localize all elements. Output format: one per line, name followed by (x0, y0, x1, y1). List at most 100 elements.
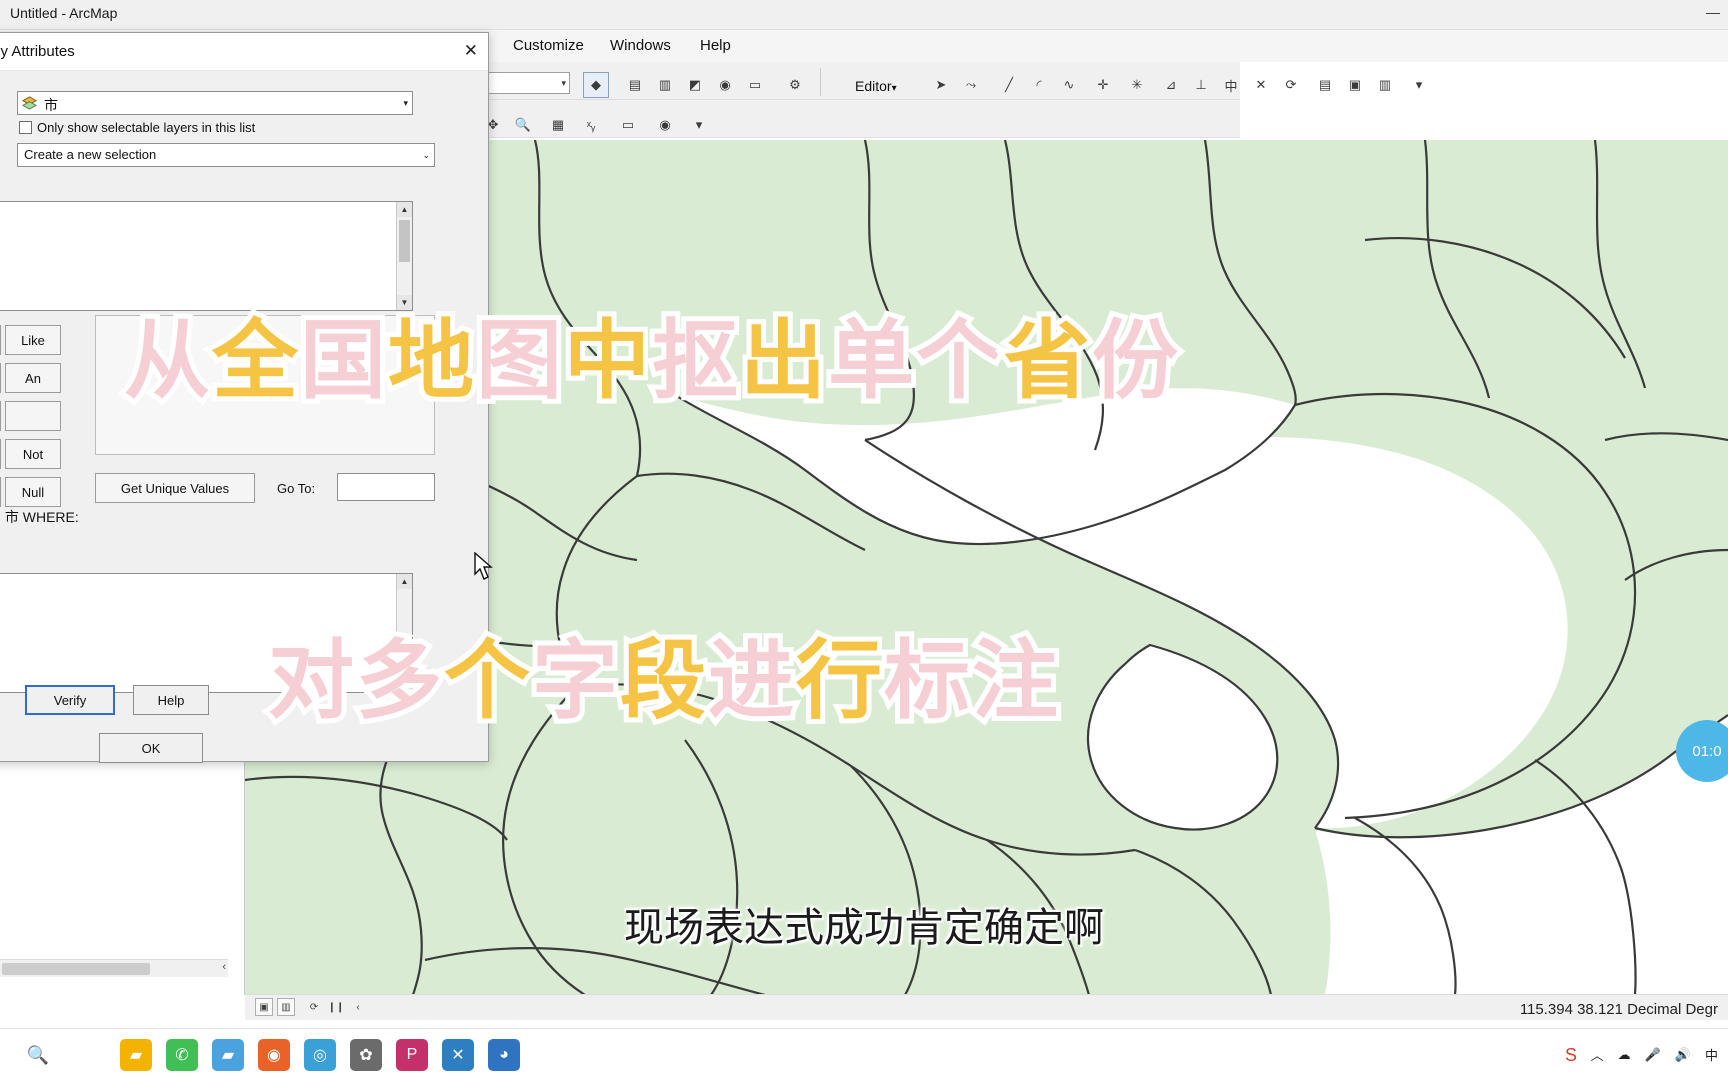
layout-view-icon[interactable]: ▥ (277, 998, 295, 1016)
rotate-icon[interactable]: ✕ (1248, 72, 1274, 98)
pycharm-icon[interactable]: P (396, 1039, 428, 1071)
annotation-icon[interactable]: ▣ (1342, 72, 1368, 98)
close-icon[interactable]: ✕ (464, 41, 478, 61)
menu-item-customize[interactable]: Customize (513, 37, 584, 54)
scroll-up-icon[interactable]: ▲ (397, 574, 412, 589)
method-select[interactable]: Create a new selection ⌄ (17, 143, 435, 167)
sketch-properties-icon[interactable]: ✳ (1124, 72, 1150, 98)
python-window-icon[interactable]: ▭ (742, 72, 768, 98)
operator-notequal-button[interactable]: < > (0, 325, 1, 355)
edit-tool-icon[interactable]: ➤ (928, 72, 954, 98)
operator-greaterequal-button[interactable]: > = (0, 363, 1, 393)
caption2-char-2: 个 (439, 628, 535, 734)
field-list-scroll-thumb[interactable] (399, 220, 410, 262)
caption1-char-6: 抠 (647, 308, 743, 414)
operator-not-button[interactable]: Not (5, 439, 61, 469)
search-icon[interactable]: ◩ (682, 72, 708, 98)
operator-like-button[interactable]: Like (5, 325, 61, 355)
dialog-title: lect By Attributes (0, 43, 75, 60)
find-icon[interactable]: 🔍 (510, 112, 536, 138)
operator-lessequal-button[interactable]: < = (0, 401, 1, 431)
search-icon[interactable]: 🔍 (22, 1039, 54, 1071)
settings-icon[interactable]: ✿ (350, 1039, 382, 1071)
text-annotation-icon[interactable]: ▥ (1372, 72, 1398, 98)
toc-scroll-thumb[interactable] (2, 963, 150, 975)
only-selectable-checkbox[interactable] (19, 121, 32, 134)
microphone-icon[interactable]: 🎤 (1645, 1047, 1661, 1063)
operator-or-button[interactable] (5, 401, 61, 431)
trace-icon[interactable]: ∿ (1056, 72, 1082, 98)
firefox-icon[interactable]: ◉ (258, 1039, 290, 1071)
arcmap-icon[interactable]: ◕ (488, 1039, 520, 1071)
vscode-icon[interactable]: ✕ (442, 1039, 474, 1071)
layer-symbol-icon (22, 96, 37, 110)
caption2-char-8: 注 (967, 628, 1063, 734)
catalog-icon[interactable]: ▥ (652, 72, 678, 98)
get-unique-values-button[interactable]: Get Unique Values (95, 473, 255, 503)
sql-header: LECT * FROM 市 WHERE: (0, 509, 79, 525)
edge-icon[interactable]: ◎ (304, 1039, 336, 1071)
go-to-input[interactable] (337, 473, 435, 501)
toolbox-icon[interactable]: ◉ (712, 72, 738, 98)
sogou-icon[interactable]: S (1555, 1039, 1587, 1071)
more-tools-2-icon[interactable]: ▾ (686, 112, 712, 138)
ime-indicator[interactable]: 中 (1705, 1045, 1718, 1064)
menu-item-windows[interactable]: Windows (610, 37, 671, 54)
ok-button[interactable]: OK (99, 733, 203, 763)
verify-button[interactable]: Verify (25, 685, 115, 715)
more-tools-icon[interactable]: ▾ (1406, 72, 1432, 98)
chevron-down-icon[interactable]: ⌄ (422, 150, 430, 161)
caption1-char-7: 出 (735, 308, 831, 414)
data-view-icon[interactable]: ▣ (255, 998, 273, 1016)
cloud-icon[interactable]: ☁ (1618, 1047, 1631, 1063)
minimize-button[interactable]: — (1706, 4, 1720, 20)
model-builder-icon[interactable]: ⚙ (782, 72, 808, 98)
find-route-icon[interactable]: ▦ (545, 112, 571, 138)
arc-segment-icon[interactable]: ◜ (1026, 72, 1052, 98)
go-to-xy-icon[interactable]: ˣᵧ (578, 112, 604, 138)
toc-scroll-right-arrow[interactable]: ‹ (222, 961, 226, 973)
toc-horizontal-scrollbar[interactable]: ‹ (0, 959, 228, 977)
split-icon[interactable]: ⊥ (1188, 72, 1214, 98)
pause-icon[interactable]: ❙❙ (327, 998, 345, 1016)
caption1-char-0: 从 (119, 308, 215, 414)
attributes-icon[interactable]: ⟳ (1278, 72, 1304, 98)
editor-menu-button[interactable]: Editor▾ (855, 78, 897, 94)
caption1-char-4: 图 (471, 308, 567, 414)
layer-select[interactable]: 市 ▾ (17, 91, 413, 115)
folder-icon[interactable]: ▰ (212, 1039, 244, 1071)
caption2-char-0: 对 (263, 628, 359, 734)
volume-icon[interactable]: 🔊 (1675, 1047, 1691, 1063)
chevron-up-icon[interactable]: ︿ (1591, 1045, 1604, 1064)
scroll-left-arrow[interactable]: ‹ (349, 998, 367, 1016)
editor-label: Editor (855, 78, 892, 94)
menu-item-help[interactable]: Help (700, 37, 731, 54)
window-title: Untitled - ArcMap (10, 5, 118, 21)
select-features-icon[interactable]: ◆ (583, 72, 609, 98)
mouse-cursor-icon (474, 552, 493, 580)
go-to-label: Go To: (277, 481, 316, 496)
edit-vertices-icon[interactable]: ⤳ (958, 72, 984, 98)
only-selectable-label: Only show selectable layers in this list (37, 120, 256, 135)
dimension-icon[interactable]: ▤ (1312, 72, 1338, 98)
construction-icon[interactable]: ⊿ (1158, 72, 1184, 98)
operator-null-button[interactable]: Null (5, 477, 61, 507)
chevron-down-icon[interactable]: ▾ (403, 98, 408, 109)
midpoint-icon[interactable]: ✛ (1090, 72, 1116, 98)
time-slider-icon[interactable]: ▭ (615, 112, 641, 138)
scroll-up-icon[interactable]: ▲ (397, 202, 412, 217)
identify-icon[interactable]: ◉ (652, 112, 678, 138)
operator-parens-button[interactable]: ( ) (0, 439, 1, 469)
help-button[interactable]: Help (133, 685, 209, 715)
operator-in-button[interactable]: In (0, 477, 1, 507)
caption1-char-3: 地 (383, 308, 479, 414)
table-icon[interactable]: ▤ (622, 72, 648, 98)
file-explorer-yellow-icon[interactable]: ▰ (120, 1039, 152, 1071)
straight-segment-icon[interactable]: ╱ (996, 72, 1022, 98)
operator-and-button[interactable]: An (5, 363, 61, 393)
refresh-icon[interactable]: ⟳ (305, 998, 323, 1016)
subtitle-text: 现场表达式成功肯定确定啊 (624, 906, 1104, 950)
merge-icon[interactable]: 中 (1218, 72, 1244, 98)
system-tray[interactable]: ︿ ☁ 🎤 🔊 中 (1591, 1045, 1718, 1064)
wechat-icon[interactable]: ✆ (166, 1039, 198, 1071)
